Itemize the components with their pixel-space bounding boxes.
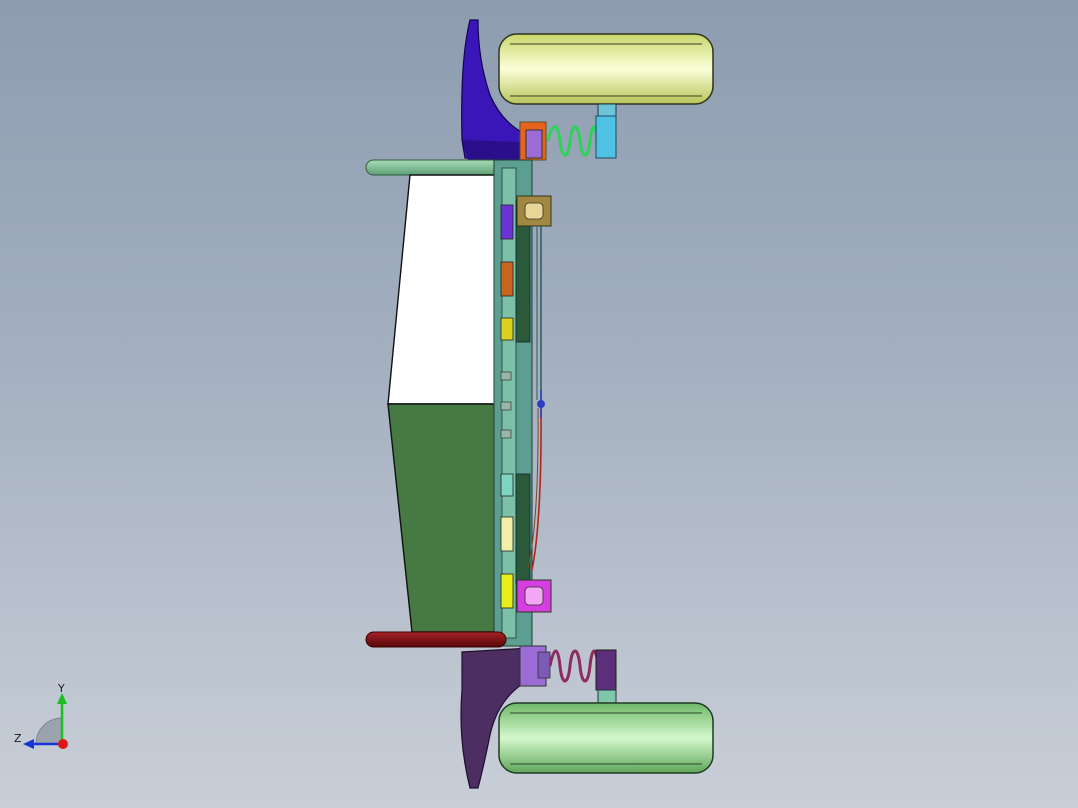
cad-graphics-viewport[interactable]: Y Z	[0, 0, 1078, 808]
lower-spring	[548, 649, 600, 683]
vehicle-assembly-model[interactable]	[0, 0, 1078, 808]
z-axis-label: Z	[14, 732, 22, 745]
lower-bumper-bar	[365, 631, 507, 648]
upper-spring	[546, 125, 599, 157]
x-axis-dot	[58, 739, 68, 749]
component-blocks	[500, 204, 514, 609]
upper-wheel[interactable]	[498, 33, 714, 119]
lower-bracket[interactable]	[516, 579, 552, 613]
lower-suspension[interactable]	[519, 645, 617, 705]
upper-bracket[interactable]	[516, 195, 552, 227]
upper-bumper-bar	[365, 159, 507, 176]
z-axis-arrow	[23, 739, 34, 749]
orientation-triad: Y Z	[14, 684, 68, 749]
y-axis-label: Y	[57, 684, 65, 695]
triad-arc	[35, 717, 63, 745]
upper-suspension[interactable]	[519, 115, 617, 161]
lower-wheel[interactable]	[498, 702, 714, 774]
battery-box	[387, 174, 501, 633]
